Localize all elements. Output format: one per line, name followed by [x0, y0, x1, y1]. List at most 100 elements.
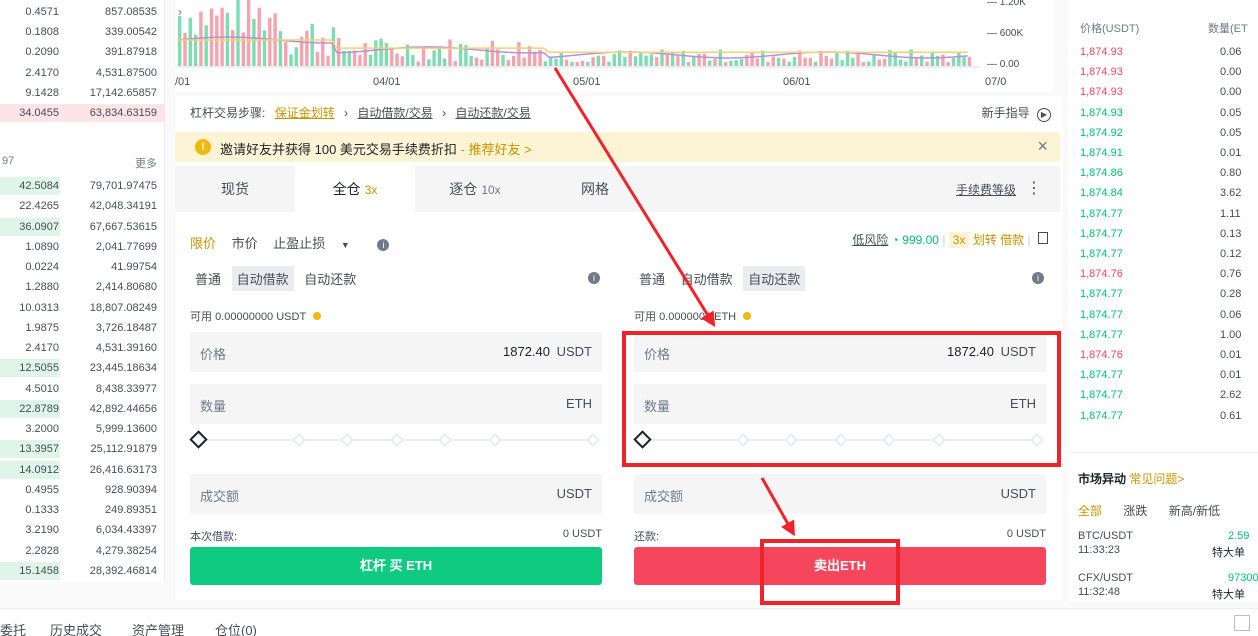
bid-row[interactable]: 1.2880 2,414.80680 [0, 277, 165, 297]
risk-label[interactable]: 低风险 [852, 233, 888, 247]
ask-row[interactable]: 9.1428 17,142.65857 [0, 83, 165, 103]
bid-row[interactable]: 0.1333 249.89351 [0, 500, 165, 520]
trade-row[interactable]: 1,874.93 0.05 [1068, 103, 1258, 123]
ask-row[interactable]: 34.0455 63,834.63159 [0, 103, 165, 123]
ask-row[interactable]: 0.2090 391.87918 [0, 42, 165, 62]
order-type-limit[interactable]: 限价 [190, 236, 216, 251]
trade-row[interactable]: 1,874.92 0.05 [1068, 123, 1258, 143]
bid-row[interactable]: 36.0907 67,667.53615 [0, 217, 165, 237]
slider-mark[interactable] [291, 432, 307, 448]
sell-mode-auto-repay[interactable]: 自动还款 [743, 266, 806, 291]
buy-mode-auto-borrow[interactable]: 自动借款 [231, 266, 294, 291]
market-item[interactable]: CFX/USDT 97300 11:32:48 特大单 [1078, 572, 1258, 601]
bid-row[interactable]: 14.0912 26,416.63173 [0, 460, 165, 480]
step-auto-repay[interactable]: 自动还款/交易 [455, 106, 530, 120]
tab-spot[interactable]: 现货 [175, 166, 295, 212]
trade-row[interactable]: 1,874.93 0.00 [1068, 82, 1258, 102]
trade-row[interactable]: 1,874.77 1.00 [1068, 325, 1258, 345]
trade-row[interactable]: 1,874.76 0.01 [1068, 345, 1258, 365]
sell-mode-auto-borrow[interactable]: 自动借款 [676, 266, 738, 291]
borrow-link[interactable]: 借款 [1000, 233, 1024, 247]
slider-mark[interactable] [339, 432, 355, 448]
slider-mark[interactable] [437, 432, 453, 448]
market-tab-change[interactable]: 涨跌 [1123, 504, 1147, 518]
transfer-link[interactable]: 划转 [973, 233, 997, 247]
more-vertical-icon[interactable]: ⋮ [1026, 178, 1042, 198]
slider-mark[interactable] [389, 432, 405, 448]
trade-row[interactable]: 1,874.77 0.13 [1068, 224, 1258, 244]
bid-row[interactable]: 3.2190 6,034.43397 [0, 520, 165, 540]
calculator-icon[interactable] [1038, 232, 1048, 244]
order-type-market[interactable]: 市价 [232, 236, 258, 251]
tab-cross[interactable]: 全仓 3x [295, 166, 415, 212]
trade-row[interactable]: 1,874.77 1.11 [1068, 204, 1258, 224]
bid-row[interactable]: 2.4170 4,531.39160 [0, 338, 165, 358]
buy-mode-normal[interactable]: 普通 [190, 266, 226, 291]
info-icon[interactable]: i [1032, 272, 1044, 284]
ask-row[interactable]: 0.4571 857.08535 [0, 2, 165, 22]
ask-row[interactable]: 0.1808 339.00542 [0, 22, 165, 42]
bid-row[interactable]: 15.1458 28,392.46814 [0, 561, 165, 581]
ask-row[interactable]: 2.4170 4,531.87500 [0, 63, 165, 83]
bid-row[interactable]: 13.3957 25,112.91879 [0, 439, 165, 459]
bid-row[interactable]: 10.0313 18,807.08249 [0, 298, 165, 318]
more-link[interactable]: 更多 [135, 155, 157, 171]
trade-row[interactable]: 1,874.76 0.76 [1068, 264, 1258, 284]
bid-row[interactable]: 3.2000 5,999.13600 [0, 419, 165, 439]
buy-amount-field[interactable]: 数量 ETH [190, 384, 602, 424]
trade-row[interactable]: 1,874.77 0.12 [1068, 244, 1258, 264]
step-auto-borrow[interactable]: 自动借款/交易 [357, 106, 432, 120]
buy-amount-slider[interactable] [189, 430, 602, 449]
sell-mode-normal[interactable]: 普通 [634, 266, 670, 291]
slider-handle[interactable] [189, 430, 208, 449]
volume-chart[interactable]: /01 04/01 05/01 06/01 07/0 — 1.20K — 600K — 0.0… [175, 0, 1053, 92]
buy-price-field[interactable]: 价格 1872.40 USDT [190, 332, 602, 372]
market-item[interactable]: BTC/USDT 2.59 11:33:23 特大单 [1078, 530, 1258, 559]
bid-row[interactable]: 22.4265 42,048.34191 [0, 196, 165, 216]
info-icon[interactable]: i [588, 272, 600, 284]
bid-row[interactable]: 0.0224 41.99754 [0, 257, 165, 277]
trade-row[interactable]: 1,874.86 0.80 [1068, 163, 1258, 183]
bottom-tab-positions[interactable]: 仓位(0) [215, 620, 257, 636]
slider-mark[interactable] [487, 432, 503, 448]
tab-grid[interactable]: 网格 [535, 166, 655, 212]
bid-row[interactable]: 42.5084 79,701.97475 [0, 176, 165, 196]
trade-row[interactable]: 1,874.77 2.62 [1068, 385, 1258, 405]
trade-row[interactable]: 1,874.77 0.06 [1068, 305, 1258, 325]
chevron-right-icon[interactable]: › [178, 5, 182, 19]
bid-row[interactable]: 0.4955 928.90394 [0, 480, 165, 500]
slider-mark[interactable] [585, 432, 601, 448]
fee-level-link[interactable]: 手续费等级 [956, 181, 1016, 198]
bid-row[interactable]: 2.2828 4,279.38254 [0, 541, 165, 561]
info-icon[interactable]: i [377, 239, 390, 251]
bottom-tab-orders[interactable]: 委托 [0, 620, 26, 636]
trade-row[interactable]: 1,874.77 0.61 [1068, 406, 1258, 426]
step-margin-transfer[interactable]: 保证金划转 [275, 106, 335, 120]
trade-row[interactable]: 1,874.93 0.00 [1068, 62, 1258, 82]
order-type-stop[interactable]: 止盈止损 ▼ [273, 236, 362, 251]
bid-row[interactable]: 4.5010 8,438.33977 [0, 379, 165, 399]
refer-friend-link[interactable]: - 推荐好友 > [461, 142, 532, 157]
close-icon[interactable]: × [1037, 136, 1048, 157]
tab-isolated[interactable]: 逐仓 10x [415, 166, 535, 212]
buy-mode-auto-repay[interactable]: 自动还款 [299, 266, 361, 291]
trade-row[interactable]: 1,874.91 0.01 [1068, 143, 1258, 163]
bottom-tab-assets[interactable]: 资产管理 [132, 620, 184, 636]
bid-row[interactable]: 1.0890 2,041.77699 [0, 237, 165, 257]
trade-row[interactable]: 1,874.84 3.62 [1068, 183, 1258, 203]
bid-row[interactable]: 22.8789 42,892.44656 [0, 399, 165, 419]
market-tab-all[interactable]: 全部 [1078, 504, 1102, 518]
margin-buy-button[interactable]: 杠杆 买 ETH [190, 547, 602, 585]
beginner-guide-link[interactable]: 新手指导 ▶ [982, 104, 1051, 122]
trade-row[interactable]: 1,874.77 0.28 [1068, 284, 1258, 304]
trade-row[interactable]: 1,874.77 0.01 [1068, 365, 1258, 385]
market-tab-high-low[interactable]: 新高/新低 [1169, 504, 1220, 518]
bottom-tab-history[interactable]: 历史成交 [50, 620, 102, 636]
bid-row[interactable]: 12.5055 23,445.18634 [0, 358, 165, 378]
trade-row[interactable]: 1,874.93 0.06 [1068, 42, 1258, 62]
bid-row[interactable]: 1.9875 3,726.18487 [0, 318, 165, 338]
faq-link[interactable]: 常见问题> [1129, 472, 1184, 486]
checkbox[interactable] [1234, 615, 1250, 631]
sell-total-field[interactable]: 成交额 USDT [634, 474, 1046, 514]
buy-total-field[interactable]: 成交额 USDT [190, 474, 602, 514]
